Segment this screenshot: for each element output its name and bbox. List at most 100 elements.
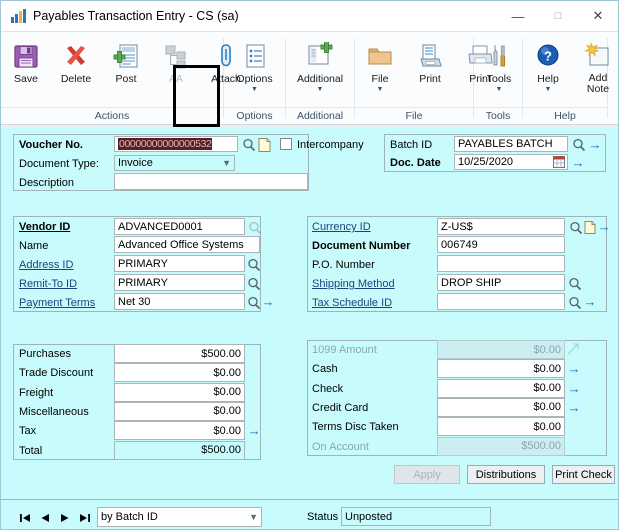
intercompany-checkbox[interactable] (280, 138, 292, 150)
amount-drillback-icon[interactable]: → (247, 423, 261, 438)
payment-value-text: $0.00 (533, 420, 561, 433)
payment-value-text: $500.00 (521, 440, 561, 452)
options-icon (241, 39, 269, 73)
add-note-button[interactable]: Add Note (573, 37, 621, 95)
voucher-no-input[interactable]: 00000000000000532 (114, 136, 238, 152)
file-label: File (371, 73, 389, 85)
delete-button[interactable]: Delete (51, 37, 101, 85)
address-id-input[interactable]: PRIMARY (114, 255, 245, 272)
calendar-icon[interactable] (552, 156, 565, 168)
address-id-label[interactable]: Address ID (19, 259, 73, 271)
document-number-input[interactable]: 006749 (437, 236, 565, 253)
amount-row-value[interactable]: $0.00 (114, 421, 245, 441)
vendor-name-input[interactable]: Advanced Office Systems (114, 236, 260, 253)
payment-row-value[interactable]: $0.00 (437, 378, 565, 398)
save-icon (12, 39, 40, 73)
status-value-field: Unposted (341, 507, 491, 526)
maximize-button[interactable]: □ (538, 1, 578, 31)
payment-terms-label[interactable]: Payment Terms (19, 297, 95, 309)
amount-row-value[interactable]: $0.00 (114, 363, 245, 383)
amount-value-text: $500.00 (201, 347, 241, 360)
help-button[interactable]: ? Help ▼ (523, 37, 573, 93)
amount-row-label: Tax (19, 425, 37, 438)
ribbon-group-tools: Tools ▼ Tools (474, 32, 522, 124)
ribbon-group-label-actions: Actions (1, 107, 223, 124)
shipping-method-input[interactable]: DROP SHIP (437, 274, 565, 291)
currency-id-lookup-icon[interactable] (568, 220, 583, 235)
document-type-dropdown[interactable]: Invoice ▼ (114, 155, 235, 171)
voucher-lookup-icon[interactable] (241, 137, 256, 152)
browse-by-dropdown[interactable]: by Batch ID ▼ (97, 507, 262, 527)
vendor-id-lookup-icon[interactable] (247, 220, 262, 235)
ribbon-toolbar: Save Delete Post AA Attach Actions Optio… (1, 31, 621, 127)
nav-prev-button[interactable] (36, 509, 54, 526)
payment-row-value[interactable]: $0.00 (437, 397, 565, 417)
amount-row-value[interactable]: $0.00 (114, 401, 245, 421)
print-check-button[interactable]: Print Check (552, 465, 615, 484)
amount-row-value[interactable]: $0.00 (114, 382, 245, 402)
options-button[interactable]: Options ▼ (224, 37, 285, 93)
doc-date-drillback-icon[interactable]: → (571, 155, 585, 170)
amount-row-value[interactable]: $500.00 (114, 344, 245, 363)
payment-row-value[interactable]: $0.00 (437, 417, 565, 437)
nav-next-button[interactable] (56, 509, 74, 526)
voucher-note-icon[interactable] (257, 137, 271, 152)
ribbon-group-options: Options ▼ Options (224, 32, 285, 124)
nav-last-button[interactable] (76, 509, 94, 526)
vendor-id-input[interactable]: ADVANCED0001 (114, 218, 245, 235)
shipping-method-lookup-icon[interactable] (567, 276, 582, 291)
distributions-button[interactable]: Distributions (467, 465, 545, 484)
tools-label: Tools (486, 73, 512, 85)
payment-terms-drillback-icon[interactable]: → (261, 294, 275, 309)
remit-to-id-input[interactable]: PRIMARY (114, 274, 245, 291)
nav-first-button[interactable] (16, 509, 34, 526)
tax-schedule-lookup-icon[interactable] (567, 295, 582, 310)
currency-id-label[interactable]: Currency ID (312, 221, 371, 233)
vendor-id-value: ADVANCED0001 (118, 220, 203, 233)
window-controls: — □ ✕ (498, 1, 618, 31)
file-button[interactable]: File ▼ (355, 37, 405, 93)
doc-date-input[interactable]: 10/25/2020 (454, 154, 568, 170)
tax-schedule-drillback-icon[interactable]: → (583, 294, 597, 309)
voucher-no-label: Voucher No. (19, 139, 83, 151)
amount-row-label: Total (19, 444, 43, 457)
remit-to-id-lookup-icon[interactable] (246, 276, 261, 291)
close-button[interactable]: ✕ (578, 1, 618, 31)
address-id-lookup-icon[interactable] (246, 257, 261, 272)
save-label: Save (14, 73, 38, 85)
payment-terms-lookup-icon[interactable] (246, 295, 261, 310)
form-body: Voucher No. 00000000000000532 Intercompa… (1, 128, 618, 529)
payment-drillback-icon[interactable]: → (567, 381, 581, 396)
minimize-button[interactable]: — (498, 1, 538, 31)
shipping-method-label[interactable]: Shipping Method (312, 278, 395, 290)
payment-terms-input[interactable]: Net 30 (114, 293, 245, 310)
po-number-input[interactable] (437, 255, 565, 272)
batch-id-drillback-icon[interactable]: → (588, 137, 602, 152)
ribbon-group-label-tools: Tools (474, 107, 522, 124)
payment-drillback-icon[interactable]: → (567, 361, 581, 376)
batch-id-input[interactable]: PAYABLES BATCH (454, 136, 568, 152)
tools-button[interactable]: Tools ▼ (474, 37, 524, 93)
document-type-label: Document Type: (19, 158, 99, 170)
payment-row-label: On Account (312, 440, 369, 453)
payment-drillback-icon[interactable]: → (567, 400, 581, 415)
title-bar: Payables Transaction Entry - CS (sa) — □… (1, 1, 618, 31)
aa-label: AA (168, 73, 183, 85)
remit-to-id-label[interactable]: Remit-To ID (19, 278, 77, 290)
payment-row-value[interactable]: $0.00 (437, 359, 565, 379)
payment-value-text: $0.00 (533, 401, 561, 414)
currency-id-input[interactable]: Z-US$ (437, 218, 565, 235)
options-label: Options (236, 73, 273, 85)
print-document-button[interactable]: Print (405, 37, 455, 85)
save-button[interactable]: Save (1, 37, 51, 85)
batch-id-lookup-icon[interactable] (571, 137, 586, 152)
tax-schedule-id-label[interactable]: Tax Schedule ID (312, 297, 392, 309)
post-button[interactable]: Post (101, 37, 151, 85)
currency-drillback-icon[interactable]: → (597, 219, 611, 234)
amount-value-text: $0.00 (213, 366, 241, 379)
additional-button[interactable]: Additional ▼ (286, 37, 354, 93)
currency-note-icon[interactable] (583, 220, 596, 234)
tax-schedule-id-input[interactable] (437, 293, 565, 310)
description-input[interactable] (114, 173, 308, 190)
doc-date-value: 10/25/2020 (458, 156, 514, 168)
